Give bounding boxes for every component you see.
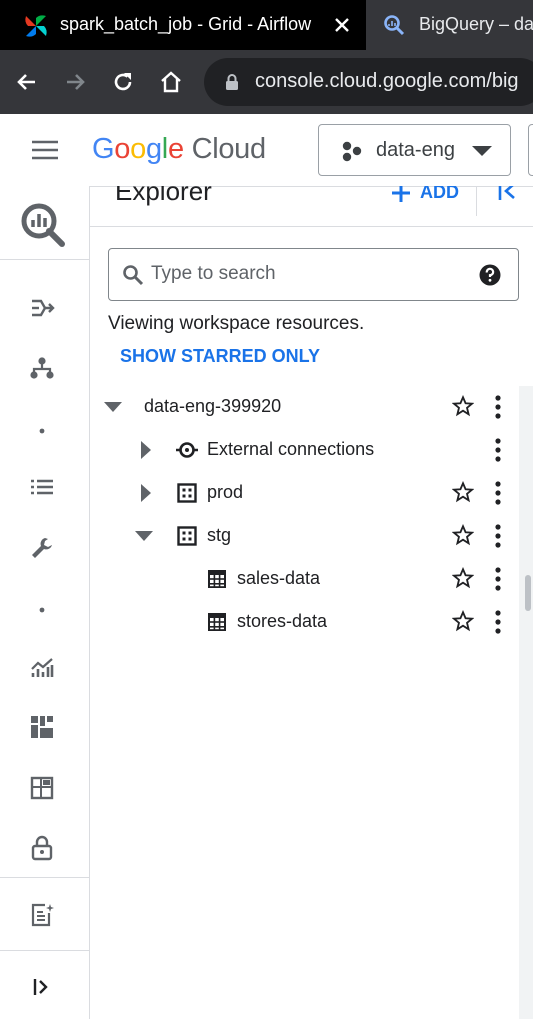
help-icon[interactable]: [479, 264, 501, 286]
tree-label: stores-data: [237, 611, 328, 631]
airflow-icon: [25, 15, 47, 37]
explorer-scrollbar-track[interactable]: [519, 386, 533, 1019]
grid-icon[interactable]: [29, 775, 55, 801]
release-notes-icon[interactable]: [29, 902, 55, 928]
tab-airflow[interactable]: spark_batch_job - Grid - Airflow: [0, 0, 366, 50]
hamburger-menu-icon[interactable]: [31, 139, 59, 161]
back-icon[interactable]: [15, 70, 39, 94]
bigquery-tab-icon: [384, 15, 405, 36]
project-name: data-eng: [376, 139, 455, 161]
tree-row-table-sales-data[interactable]: sales-data: [90, 557, 520, 600]
caret-down-icon[interactable]: [104, 402, 122, 412]
cloud-wordmark: Cloud: [191, 133, 267, 165]
rail-divider: [0, 259, 89, 260]
more-vert-icon[interactable]: [494, 524, 502, 548]
chevron-down-icon: [472, 146, 492, 156]
more-vert-icon[interactable]: [494, 567, 502, 591]
lock-icon[interactable]: [224, 73, 240, 91]
tree-row-dataset-prod[interactable]: prod: [90, 471, 520, 514]
browser-tab-strip: spark_batch_job - Grid - Airflow BigQuer…: [0, 0, 533, 50]
left-nav-rail: [0, 186, 90, 1019]
connection-icon: [176, 442, 198, 458]
expand-rail-icon[interactable]: [29, 974, 55, 1000]
star-icon[interactable]: [452, 567, 474, 589]
hierarchy-icon[interactable]: [29, 355, 55, 381]
logo-letter: g: [145, 133, 162, 165]
console-header: Google Cloud data-eng: [0, 114, 533, 187]
caret-right-icon[interactable]: [141, 441, 151, 459]
list-icon[interactable]: [29, 475, 55, 501]
tree-row-external-connections[interactable]: External connections: [90, 428, 520, 471]
tree-label: data-eng-399920: [144, 396, 282, 416]
star-icon[interactable]: [452, 395, 474, 417]
home-icon[interactable]: [158, 69, 184, 95]
tree-row-table-stores-data[interactable]: stores-data: [90, 600, 520, 643]
more-vert-icon[interactable]: [494, 481, 502, 505]
logo-letter: o: [114, 133, 131, 165]
header-divider: [476, 186, 477, 216]
rail-divider: [0, 877, 89, 878]
bigquery-icon[interactable]: [20, 202, 66, 248]
forward-icon[interactable]: [63, 70, 87, 94]
explorer-search[interactable]: [108, 248, 519, 301]
dataset-icon: [177, 526, 197, 546]
explorer-scrollbar-thumb[interactable]: [525, 575, 531, 611]
more-vert-icon[interactable]: [494, 610, 502, 634]
tree-label: sales-data: [237, 568, 321, 588]
table-icon: [208, 570, 226, 588]
logo-letter: G: [92, 133, 115, 165]
lock-icon[interactable]: [29, 835, 55, 861]
viewing-text: Viewing workspace resources.: [108, 313, 365, 334]
plus-icon: [392, 186, 410, 202]
project-selector[interactable]: data-eng: [318, 124, 511, 176]
tree-row-dataset-stg[interactable]: stg: [90, 514, 520, 557]
next-header-control[interactable]: [528, 124, 533, 176]
url-text: console.cloud.google.com/big: [255, 70, 519, 92]
tree-label: stg: [207, 525, 232, 545]
more-vert-icon[interactable]: [494, 438, 502, 462]
dataset-icon: [177, 483, 197, 503]
add-label: ADD: [420, 186, 459, 202]
dot-separator-icon: [39, 607, 45, 613]
tab-title: BigQuery – dat: [419, 14, 533, 34]
star-icon[interactable]: [452, 610, 474, 632]
analytics-icon[interactable]: [29, 655, 55, 681]
logo-letter: o: [130, 133, 146, 165]
collapse-panel-icon[interactable]: [496, 186, 518, 204]
tree-row-project[interactable]: data-eng-399920: [90, 385, 520, 428]
logo-letter: e: [167, 133, 184, 165]
google-cloud-logo[interactable]: Google Cloud: [92, 133, 266, 166]
dashboard-icon[interactable]: [29, 714, 55, 740]
dot-separator-icon: [39, 428, 45, 434]
browser-toolbar: console.cloud.google.com/big: [0, 50, 533, 114]
tree-label: External connections: [207, 439, 375, 459]
explorer-header: Explorer ADD: [90, 186, 533, 227]
star-icon[interactable]: [452, 524, 474, 546]
caret-right-icon[interactable]: [141, 484, 151, 502]
more-vert-icon[interactable]: [494, 395, 502, 419]
pipeline-icon[interactable]: [29, 295, 55, 321]
tab-bigquery[interactable]: BigQuery – dat: [366, 0, 533, 50]
google-wordmark: Google: [92, 133, 184, 165]
close-icon[interactable]: [333, 16, 351, 34]
star-icon[interactable]: [452, 481, 474, 503]
tab-title: spark_batch_job - Grid - Airflow: [60, 14, 312, 34]
address-bar[interactable]: console.cloud.google.com/big: [204, 58, 533, 106]
show-starred-button[interactable]: SHOW STARRED ONLY: [120, 346, 320, 367]
project-icon: [342, 141, 362, 162]
search-icon: [123, 265, 144, 286]
wrench-icon[interactable]: [29, 535, 55, 561]
tree-label: prod: [207, 482, 244, 502]
reload-icon[interactable]: [111, 70, 135, 94]
search-input[interactable]: [151, 261, 471, 287]
explorer-title: Explorer: [115, 186, 212, 206]
rail-divider: [0, 950, 89, 951]
caret-down-icon[interactable]: [135, 531, 153, 541]
table-icon: [208, 613, 226, 631]
